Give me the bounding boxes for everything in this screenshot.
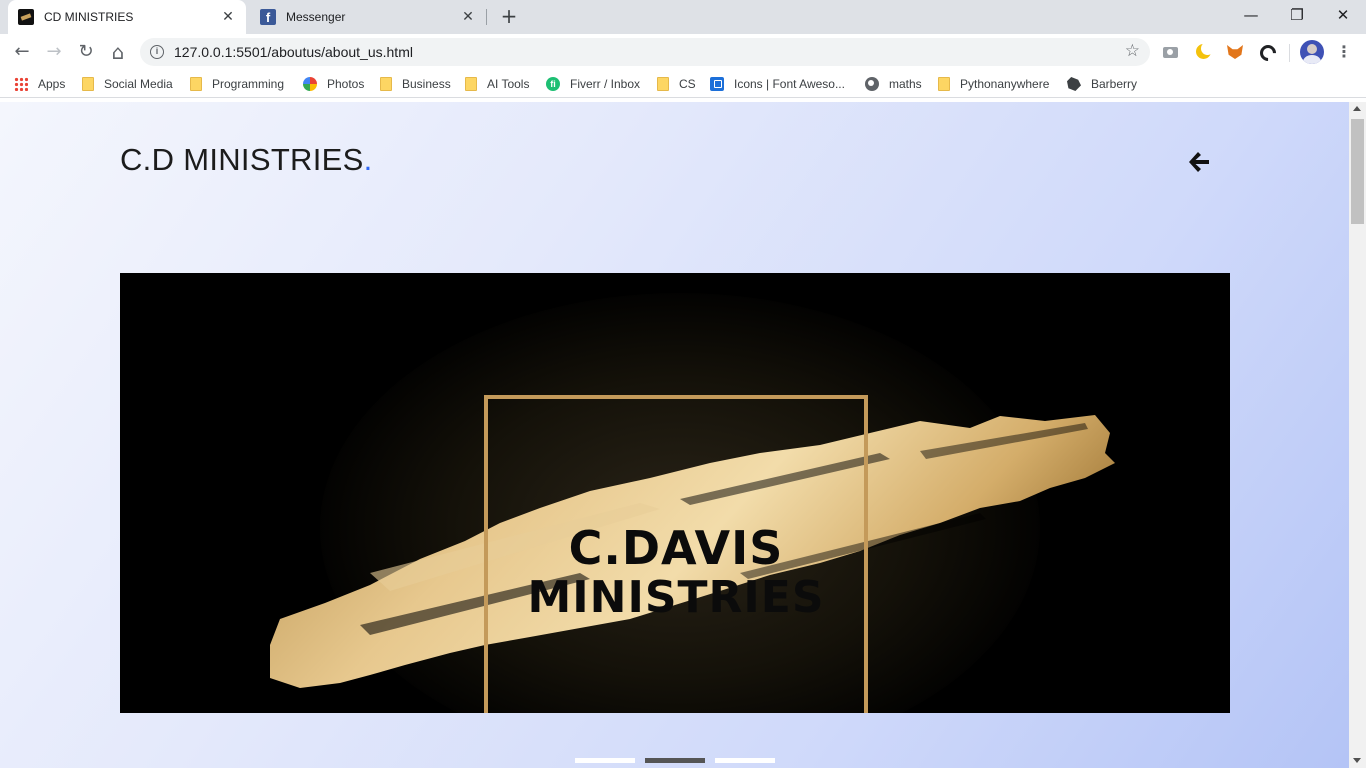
tab-messenger[interactable]: f Messenger ✕ bbox=[250, 0, 486, 34]
hero-logo-line-1: C.DAVIS bbox=[568, 521, 784, 575]
scroll-down-arrow-icon[interactable] bbox=[1353, 758, 1361, 763]
bookmark-label: Barberry bbox=[1091, 77, 1138, 91]
tab-title: Messenger bbox=[286, 10, 346, 24]
restore-button[interactable]: ❐ bbox=[1274, 0, 1320, 30]
bookmark-pythonanywhere[interactable]: Pythonanywhere bbox=[938, 75, 1049, 93]
tab-strip: CD MINISTRIES ✕ f Messenger ✕ + — ❐ ✕ bbox=[0, 0, 1366, 34]
forward-button[interactable]: → bbox=[42, 40, 66, 64]
page-scrollbar[interactable] bbox=[1349, 102, 1366, 768]
bookmark-label: Icons | Font Aweso... bbox=[734, 77, 845, 91]
browser-toolbar: ← → ↻ ⌂ i 127.0.0.1:5501/aboutus/about_u… bbox=[0, 34, 1366, 70]
facebook-favicon-icon: f bbox=[260, 9, 276, 25]
carousel-indicator-1[interactable] bbox=[575, 758, 635, 763]
carousel-indicator-3[interactable] bbox=[715, 758, 775, 763]
folder-icon bbox=[465, 77, 477, 91]
bookmarks-bar: Apps Social Media Programming Photos Bus… bbox=[0, 70, 1366, 98]
url-text[interactable]: 127.0.0.1:5501/aboutus/about_us.html bbox=[174, 44, 413, 60]
font-awesome-icon bbox=[710, 77, 724, 91]
bookmark-label: Fiverr / Inbox bbox=[570, 77, 641, 91]
bookmark-label: Business bbox=[402, 77, 451, 91]
folder-icon bbox=[82, 77, 94, 91]
brand-dot: . bbox=[363, 142, 373, 177]
tab-close-icon[interactable]: ✕ bbox=[220, 9, 236, 25]
bookmark-label: AI Tools bbox=[487, 77, 530, 91]
bookmark-programming[interactable]: Programming bbox=[190, 75, 284, 93]
bookmark-barberry[interactable]: Barberry bbox=[1067, 75, 1137, 93]
bookmark-star-icon[interactable]: ☆ bbox=[1125, 41, 1140, 61]
tab-close-icon[interactable]: ✕ bbox=[460, 9, 476, 25]
google-photos-icon bbox=[303, 77, 317, 91]
folder-icon bbox=[657, 77, 669, 91]
browser-menu-button[interactable]: ⋮ bbox=[1336, 40, 1352, 64]
profile-avatar[interactable] bbox=[1300, 40, 1324, 64]
toolbar-separator bbox=[1289, 44, 1290, 62]
bookmark-font-awesome[interactable]: Icons | Font Aweso... bbox=[710, 75, 845, 93]
bookmark-label: CS bbox=[679, 77, 696, 91]
new-tab-button[interactable]: + bbox=[498, 6, 520, 28]
bookmark-label: Apps bbox=[38, 77, 66, 91]
cd-ministries-favicon-icon bbox=[18, 9, 34, 25]
folder-icon bbox=[380, 77, 392, 91]
scrollbar-thumb[interactable] bbox=[1351, 119, 1364, 224]
page-viewport: C.D MINISTRIES. C.DAVIS MINISTRIES bbox=[0, 102, 1349, 768]
barberry-icon bbox=[1067, 77, 1081, 91]
carousel-indicator-2[interactable] bbox=[645, 758, 705, 763]
bookmark-fiverr-inbox[interactable]: fi Fiverr / Inbox bbox=[546, 75, 640, 93]
bookmark-maths[interactable]: maths bbox=[865, 75, 922, 93]
folder-icon bbox=[190, 77, 202, 91]
bookmark-photos[interactable]: Photos bbox=[303, 75, 364, 93]
hero-carousel-slide: C.DAVIS MINISTRIES bbox=[120, 273, 1230, 713]
folder-icon bbox=[938, 77, 950, 91]
screenshot-camera-icon[interactable] bbox=[1161, 42, 1181, 62]
bookmark-label: Social Media bbox=[104, 77, 173, 91]
bookmark-label: maths bbox=[889, 77, 922, 91]
tab-title: CD MINISTRIES bbox=[44, 10, 134, 24]
bookmark-social-media[interactable]: Social Media bbox=[82, 75, 173, 93]
scroll-up-arrow-icon[interactable] bbox=[1353, 106, 1361, 111]
bookmark-label: Programming bbox=[212, 77, 285, 91]
bookmark-apps[interactable]: Apps bbox=[14, 75, 65, 93]
tab-cd-ministries[interactable]: CD MINISTRIES ✕ bbox=[8, 0, 246, 34]
apps-grid-icon bbox=[14, 77, 28, 91]
brand-text: C.D MINISTRIES bbox=[120, 142, 364, 177]
bookmark-label: Photos bbox=[327, 77, 365, 91]
metamask-fox-icon[interactable] bbox=[1225, 42, 1245, 62]
arrow-left-icon[interactable] bbox=[1186, 150, 1212, 174]
bookmark-cs[interactable]: CS bbox=[657, 75, 696, 93]
tab-separator bbox=[486, 9, 487, 25]
sync-extension-icon[interactable] bbox=[1257, 42, 1277, 62]
home-button[interactable]: ⌂ bbox=[106, 40, 130, 64]
bookmark-business[interactable]: Business bbox=[380, 75, 451, 93]
fiverr-icon: fi bbox=[546, 77, 560, 91]
globe-icon bbox=[865, 77, 879, 91]
carousel-indicators bbox=[575, 758, 775, 764]
back-button[interactable]: ← bbox=[10, 40, 34, 64]
hero-logo-line-2: MINISTRIES bbox=[527, 572, 825, 623]
reload-button[interactable]: ↻ bbox=[74, 40, 98, 64]
minimize-button[interactable]: — bbox=[1228, 0, 1274, 30]
site-brand-logo[interactable]: C.D MINISTRIES. bbox=[120, 142, 373, 178]
site-info-icon[interactable]: i bbox=[150, 45, 164, 59]
bookmark-label: Pythonanywhere bbox=[960, 77, 1050, 91]
window-close-button[interactable]: ✕ bbox=[1320, 0, 1366, 30]
hero-logo-text: C.DAVIS MINISTRIES bbox=[484, 523, 868, 623]
address-bar[interactable]: i 127.0.0.1:5501/aboutus/about_us.html ☆ bbox=[140, 38, 1150, 66]
dark-mode-moon-icon[interactable] bbox=[1193, 42, 1214, 62]
bookmark-ai-tools[interactable]: AI Tools bbox=[465, 75, 529, 93]
